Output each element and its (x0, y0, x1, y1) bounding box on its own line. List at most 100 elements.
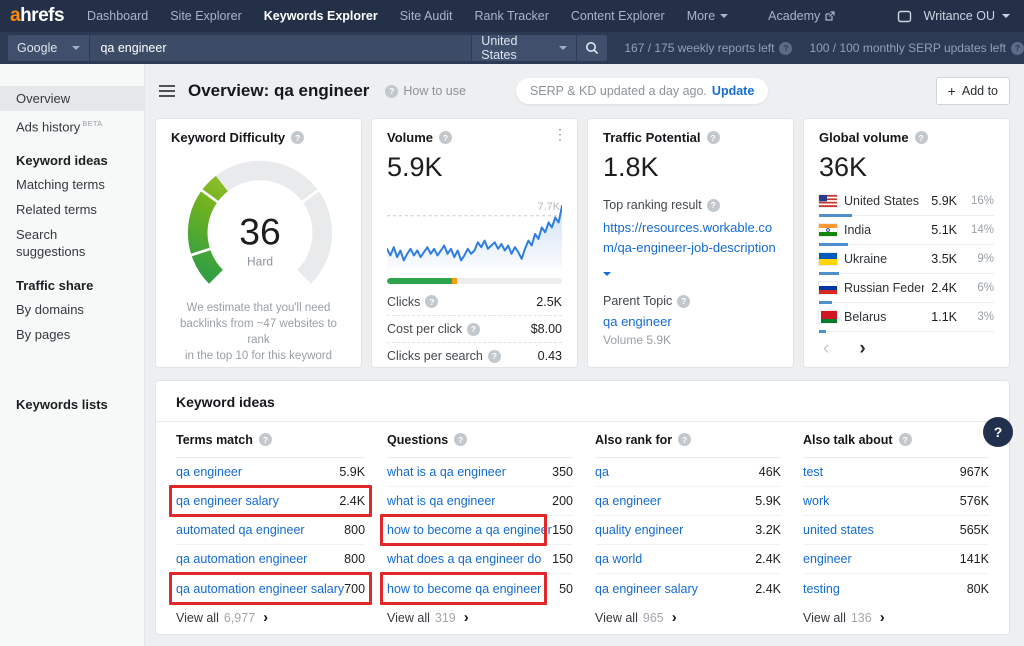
keyword-link[interactable]: qa (595, 465, 609, 479)
volume-stat-clicks: Clicks?2.5K (387, 288, 562, 315)
keyword-link[interactable]: what does a qa engineer do (387, 552, 541, 566)
sidebar-item-by-pages[interactable]: By pages (0, 322, 144, 347)
sidebar-item-ads-history[interactable]: Ads historyBETA (0, 111, 144, 139)
help-icon[interactable]: ? (1011, 42, 1024, 55)
nav-item-site-audit[interactable]: Site Audit (389, 0, 464, 32)
nav-item-dashboard[interactable]: Dashboard (76, 0, 159, 32)
menu-icon[interactable] (159, 85, 175, 97)
country-percent: 16% (964, 195, 994, 207)
keyword-link[interactable]: test (803, 465, 823, 479)
country-name[interactable]: United States (844, 194, 924, 208)
keyword-link[interactable]: qa engineer salary (176, 494, 279, 508)
volume-stat-cost-per-click: Cost per click?$8.00 (387, 315, 562, 342)
update-link[interactable]: Update (712, 84, 754, 98)
global-volume-card: Global volume ? 36K United States5.9K16%… (803, 118, 1010, 368)
help-icon[interactable]: ? (488, 350, 501, 363)
help-icon[interactable]: ? (425, 295, 438, 308)
keyword-volume: 141K (960, 552, 989, 566)
sidebar-item-search-suggestions[interactable]: Search suggestions (0, 222, 144, 264)
sidebar-item-overview[interactable]: Overview (0, 86, 144, 111)
keyword-row: testing80K (803, 574, 989, 603)
searchbar: Google United States 167 / 175 weekly re… (0, 32, 1024, 64)
expand-result-caret[interactable] (603, 264, 615, 279)
nav-item-rank-tracker[interactable]: Rank Tracker (464, 0, 560, 32)
keyword-search-input[interactable] (89, 35, 471, 61)
keyword-link[interactable]: qa engineer (595, 494, 661, 508)
keyword-link[interactable]: engineer (803, 552, 852, 566)
prev-page-icon[interactable]: ‹ (823, 339, 829, 359)
help-icon[interactable]: ? (439, 131, 452, 144)
country-name[interactable]: Ukraine (844, 252, 924, 266)
help-icon[interactable]: ? (677, 295, 690, 308)
search-engine-dropdown[interactable]: Google (8, 35, 89, 61)
keyword-link[interactable]: how to become qa engineer (387, 582, 541, 596)
keyword-link[interactable]: automated qa engineer (176, 523, 305, 537)
country-row-russian-federation: Russian Federation2.4K6% (819, 274, 994, 303)
view-all-terms-match[interactable]: View all6,977› (176, 611, 365, 625)
kebab-menu-icon[interactable]: ⋮ (553, 127, 567, 141)
help-icon[interactable]: ? (454, 433, 467, 446)
keyword-link[interactable]: qa world (595, 552, 642, 566)
keyword-link[interactable]: quality engineer (595, 523, 683, 537)
keyword-link[interactable]: testing (803, 582, 840, 596)
sidebar-item-by-domains[interactable]: By domains (0, 297, 144, 322)
keyword-link[interactable]: how to become a qa engineer (387, 523, 552, 537)
help-icon[interactable]: ? (678, 433, 691, 446)
country-name[interactable]: Russian Federation (844, 281, 924, 295)
keyword-volume: 2.4K (755, 552, 781, 566)
keyword-link[interactable]: what is qa engineer (387, 494, 495, 508)
weekly-reports-meta: 167 / 175 weekly reports left ? (624, 41, 792, 55)
keyword-link[interactable]: qa engineer salary (595, 582, 698, 596)
next-page-icon[interactable]: › (859, 339, 865, 359)
column-header-label: Also rank for (595, 433, 672, 447)
search-engine-value: Google (17, 41, 57, 55)
keyword-volume: 2.4K (755, 582, 781, 596)
sidebar-header-traffic-share: Traffic share (0, 264, 144, 297)
view-all-questions[interactable]: View all319› (387, 611, 573, 625)
keyword-link[interactable]: qa automation engineer salary (176, 582, 344, 596)
help-icon[interactable]: ? (915, 131, 928, 144)
keyword-link[interactable]: what is a qa engineer (387, 465, 506, 479)
keyword-link[interactable]: united states (803, 523, 874, 537)
keyword-link[interactable]: work (803, 494, 829, 508)
serp-updates-meta: 100 / 100 monthly SERP updates left ? (809, 41, 1024, 55)
volume-trend-chart: 7.7K (387, 185, 562, 269)
add-to-label: Add to (962, 84, 998, 98)
view-all-also-talk-about[interactable]: View all136› (803, 611, 989, 625)
country-name[interactable]: Belarus (844, 310, 924, 324)
account-menu[interactable]: Writance OU (924, 9, 1010, 23)
country-name[interactable]: India (844, 223, 924, 237)
nav-item-content-explorer[interactable]: Content Explorer (560, 0, 676, 32)
nav-item-site-explorer[interactable]: Site Explorer (159, 0, 253, 32)
keyword-ideas-card: Keyword ideas Terms match?qa engineer5.9… (155, 380, 1010, 635)
nav-item-academy[interactable]: Academy (757, 0, 846, 32)
nav-item-more[interactable]: More (676, 0, 739, 32)
keyword-link[interactable]: qa automation engineer (176, 552, 307, 566)
keyword-row: qa engineer5.9K (595, 487, 781, 516)
keyword-link[interactable]: qa engineer (176, 465, 242, 479)
help-fab-button[interactable]: ? (983, 417, 1013, 447)
caret-down-icon (720, 14, 728, 18)
view-all-also-rank-for[interactable]: View all965› (595, 611, 781, 625)
keyword-column-terms-match: Terms match?qa engineer5.9Kqa engineer s… (176, 422, 365, 625)
add-to-button[interactable]: + Add to (936, 77, 1010, 105)
help-icon[interactable]: ? (467, 323, 480, 336)
stat-value: 2.5K (536, 295, 562, 309)
nav-item-keywords-explorer[interactable]: Keywords Explorer (253, 0, 389, 32)
country-dropdown[interactable]: United States (471, 35, 576, 61)
parent-topic-link[interactable]: qa engineer (603, 314, 778, 329)
help-icon[interactable]: ? (707, 199, 720, 212)
help-icon[interactable]: ? (707, 131, 720, 144)
help-icon[interactable]: ? (291, 131, 304, 144)
how-to-use-link[interactable]: ? How to use (385, 84, 466, 98)
sidebar-item-related-terms[interactable]: Related terms (0, 197, 144, 222)
help-icon[interactable]: ? (779, 42, 792, 55)
keyword-volume: 700 (344, 582, 365, 596)
search-button[interactable] (576, 35, 607, 61)
ahrefs-logo[interactable]: ahrefs (10, 5, 64, 27)
help-icon[interactable]: ? (259, 433, 272, 446)
help-icon[interactable]: ? (899, 433, 912, 446)
sidebar-item-matching-terms[interactable]: Matching terms (0, 172, 144, 197)
top-ranking-result-link[interactable]: https://resources.workable.com/qa-engine… (603, 218, 778, 257)
chat-icon[interactable] (897, 9, 912, 24)
